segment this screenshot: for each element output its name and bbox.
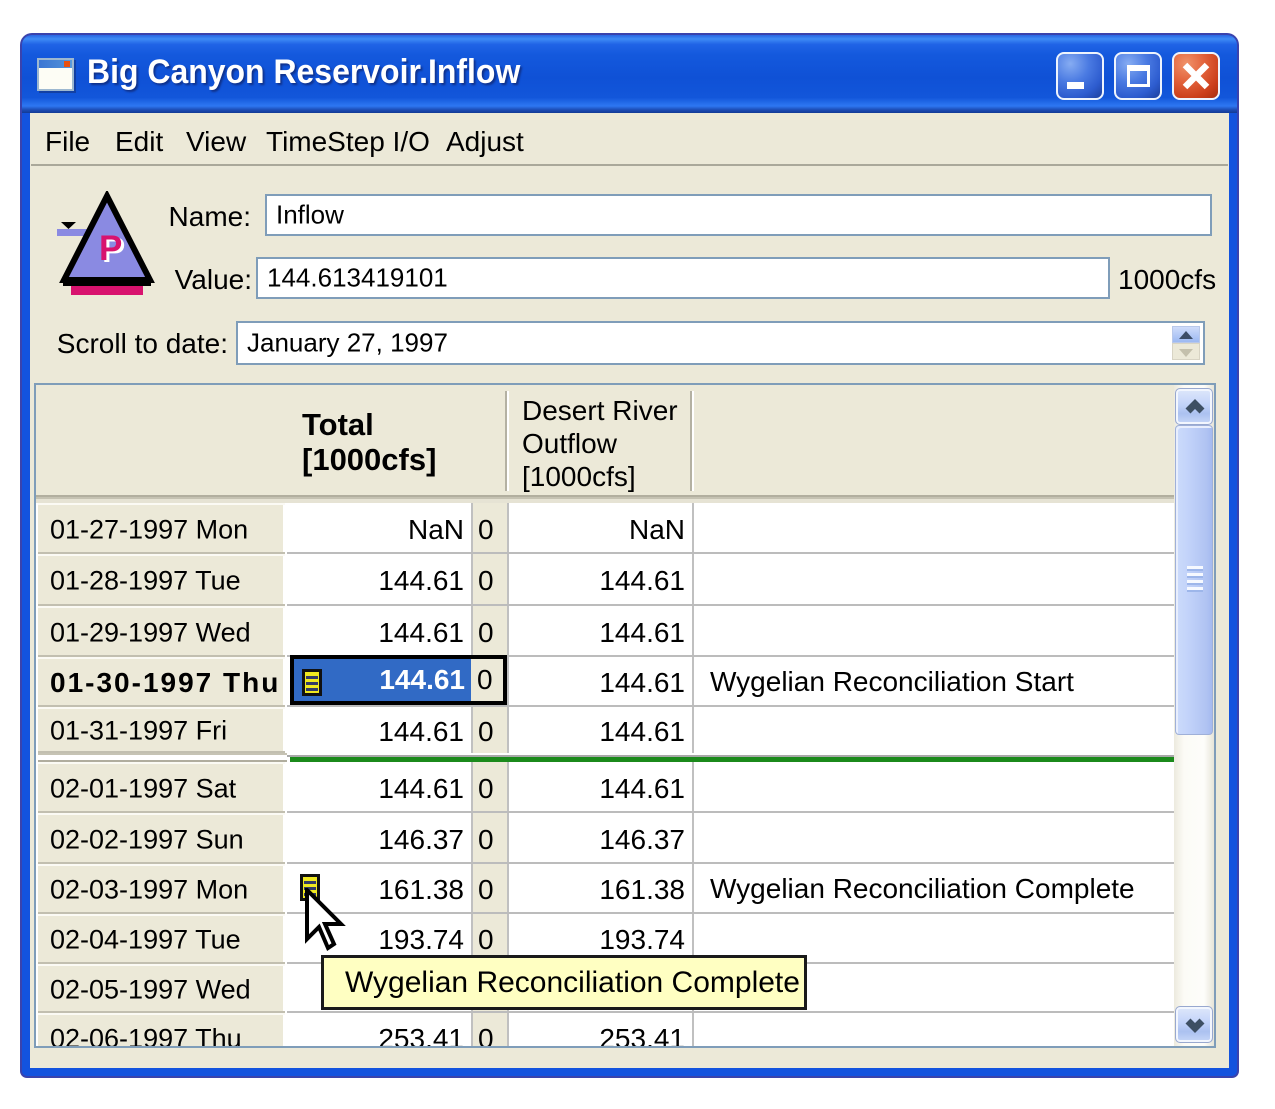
svg-text:P: P [99,229,122,268]
